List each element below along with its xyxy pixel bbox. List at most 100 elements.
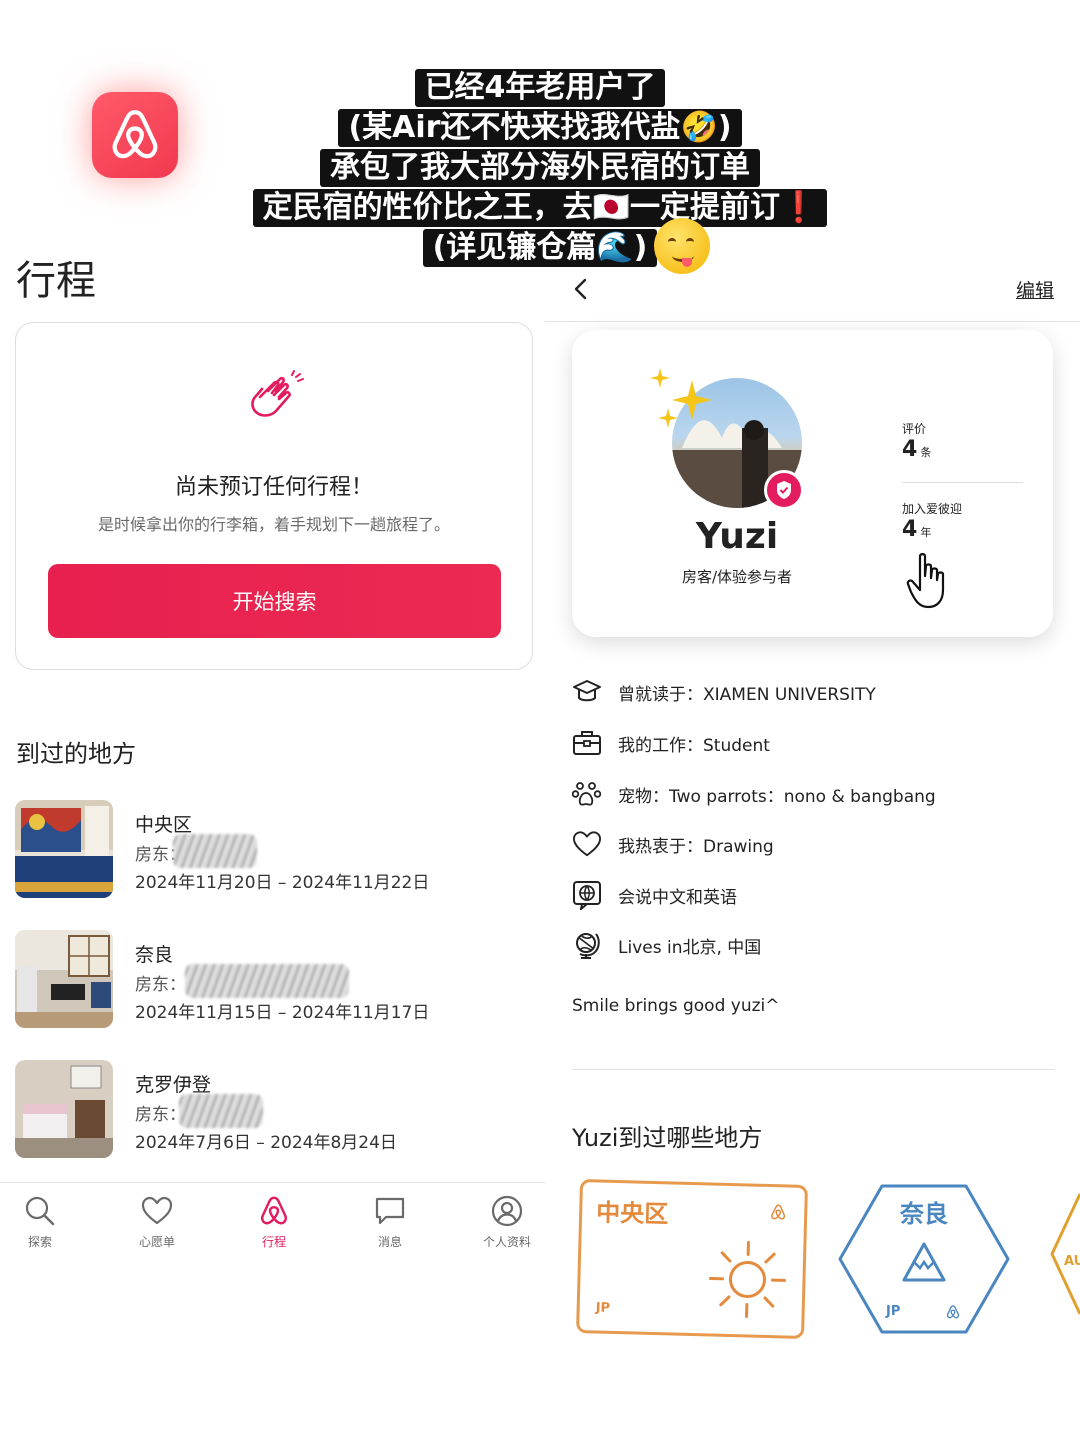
tab-label: 行程 [261, 1235, 286, 1249]
caption-line: 已经4年老用户了 [414, 69, 666, 107]
tab-explore[interactable]: 探索 [0, 1195, 80, 1250]
caption-overlay: 已经4年老用户了 (某Air还不快来找我代盐🤣) 承包了我大部分海外民宿的订单 … [0, 68, 1080, 268]
trip-dates: 2024年11月15日 – 2024年11月17日 [135, 1003, 430, 1023]
place-stamp[interactable]: 中央区 JP [576, 1179, 808, 1339]
briefcase-icon [572, 728, 602, 758]
info-row-languages: 会说中文和英语 [572, 879, 737, 911]
trip-host-label: 房东： [135, 975, 186, 995]
redacted-host-name [185, 964, 349, 998]
info-row-location: Lives in北京, 中国 [572, 929, 761, 961]
profile-icon [491, 1195, 523, 1227]
trip-list-item[interactable]: 克罗伊登 房东： 2024年7月6日 – 2024年8月24日 [15, 1060, 535, 1158]
hand-pointer-icon [906, 553, 945, 609]
stamp-name: 奈良 [900, 1200, 948, 1228]
divider [572, 1069, 1055, 1070]
reviews-unit: 条 [920, 446, 932, 459]
start-search-button[interactable]: 开始搜索 [48, 564, 501, 638]
trip-thumbnail [15, 800, 113, 898]
profile-card: Yuzi 房客/体验参与者 评价 4条 加入爱彼迎 4年 [572, 330, 1053, 637]
stamp-name: AU [1064, 1254, 1080, 1269]
place-stamp[interactable]: 奈良 JP [836, 1182, 1012, 1336]
trip-thumbnail [15, 930, 113, 1028]
airbnb-logo-icon [261, 1196, 287, 1225]
sun-icon [708, 1240, 786, 1318]
tab-profile[interactable]: 个人资料 [467, 1195, 547, 1250]
info-row-education: 曾就读于：XIAMEN UNIVERSITY [572, 676, 876, 708]
redacted-host-name [179, 1094, 263, 1128]
stamp-country: JP [595, 1300, 611, 1316]
language-icon [572, 880, 602, 910]
trip-dates: 2024年11月20日 – 2024年11月22日 [135, 873, 430, 893]
joined-label: 加入爱彼迎 [902, 502, 963, 516]
chevron-left-icon [574, 278, 587, 300]
trip-list-item[interactable]: 中央区 房东： 2024年11月20日 – 2024年11月22日 [15, 800, 535, 898]
message-icon [375, 1197, 405, 1225]
trip-host: 房东： [135, 1094, 263, 1128]
mountain-icon [902, 1242, 946, 1282]
yum-face-emoji-icon [654, 218, 710, 274]
trip-place: 奈良 [135, 944, 174, 966]
search-icon [25, 1196, 55, 1226]
trip-place: 中央区 [135, 814, 193, 836]
place-stamp[interactable]: AU [1042, 1182, 1080, 1336]
info-text: 宠物：Two parrots：nono & bangbang [618, 786, 936, 807]
trip-list-item[interactable]: 奈良 房东： 2024年11月15日 – 2024年11月17日 [15, 930, 535, 1028]
empty-state-subtitle: 是时候拿出你的行李箱，着手规划下一趟旅程了。 [97, 515, 450, 534]
tab-label: 个人资料 [482, 1235, 531, 1249]
edit-link[interactable]: 编辑 [1016, 276, 1054, 303]
caption-line: 定民宿的性价比之王，去🇯🇵一定提前订❗ [252, 189, 828, 227]
sparkles-icon [650, 368, 712, 428]
info-text: 曾就读于：XIAMEN UNIVERSITY [618, 684, 876, 705]
bottom-tab-bar: 探索 心愿单 行程 消息 个人资料 [0, 1182, 545, 1262]
info-text: Lives in北京, 中国 [618, 937, 762, 958]
empty-trips-card: 尚未预订任何行程！ 是时候拿出你的行李箱，着手规划下一趟旅程了。 开始搜索 [15, 322, 533, 670]
reviews-label: 评价 [902, 422, 927, 436]
airbnb-logo-icon [771, 1204, 786, 1220]
places-section-title: Yuzi到过哪些地方 [572, 1124, 763, 1152]
info-text: 我的工作：Student [618, 735, 770, 756]
tab-trips[interactable]: 行程 [234, 1195, 314, 1250]
heart-icon [572, 829, 602, 859]
stamp-name: 中央区 [595, 1198, 669, 1229]
divider [902, 482, 1023, 483]
joined-value: 4 [902, 517, 918, 542]
tab-messages[interactable]: 消息 [350, 1195, 430, 1250]
profile-bio: Smile brings good yuzi^ [572, 996, 780, 1016]
joined-stat: 加入爱彼迎 4年 [902, 500, 1024, 542]
trip-host: 房东： [135, 834, 257, 868]
tab-label: 探索 [27, 1235, 52, 1249]
caption-line: 承包了我大部分海外民宿的订单 [320, 149, 760, 187]
profile-name: Yuzi [695, 516, 779, 557]
tab-label: 心愿单 [138, 1235, 175, 1249]
divider [545, 321, 1080, 322]
reviews-stat[interactable]: 评价 4条 [902, 420, 1024, 462]
trip-host: 房东： [135, 964, 349, 998]
tab-wishlist[interactable]: 心愿单 [117, 1195, 197, 1250]
verified-badge-icon [764, 470, 804, 510]
info-row-interests: 我热衷于：Drawing [572, 828, 774, 860]
trip-dates: 2024年7月6日 – 2024年8月24日 [135, 1133, 397, 1153]
redacted-host-name [173, 834, 257, 868]
info-row-work: 我的工作：Student [572, 727, 770, 759]
reviews-value: 4 [902, 437, 918, 462]
paw-icon [572, 779, 602, 809]
joined-unit: 年 [920, 526, 932, 539]
empty-state-title: 尚未预订任何行程！ [174, 475, 373, 500]
info-row-pets: 宠物：Two parrots：nono & bangbang [572, 778, 936, 810]
visited-section-title: 到过的地方 [16, 740, 136, 768]
profile-role: 房客/体验参与者 [681, 568, 793, 586]
caption-line: (某Air还不快来找我代盐🤣) [338, 109, 742, 147]
caption-line: (详见镰仓篇🌊) [422, 229, 658, 267]
tab-label: 消息 [377, 1235, 402, 1249]
back-button[interactable] [568, 276, 594, 302]
heart-icon [141, 1196, 173, 1225]
waving-hand-icon [251, 370, 304, 417]
stamp-country: JP [886, 1304, 901, 1319]
airbnb-logo-icon [946, 1305, 960, 1319]
info-text: 我热衷于：Drawing [618, 836, 774, 857]
trip-thumbnail [15, 1060, 113, 1158]
globe-icon [572, 930, 602, 960]
graduation-cap-icon [572, 677, 602, 707]
trip-place: 克罗伊登 [135, 1074, 212, 1096]
info-text: 会说中文和英语 [618, 887, 737, 908]
